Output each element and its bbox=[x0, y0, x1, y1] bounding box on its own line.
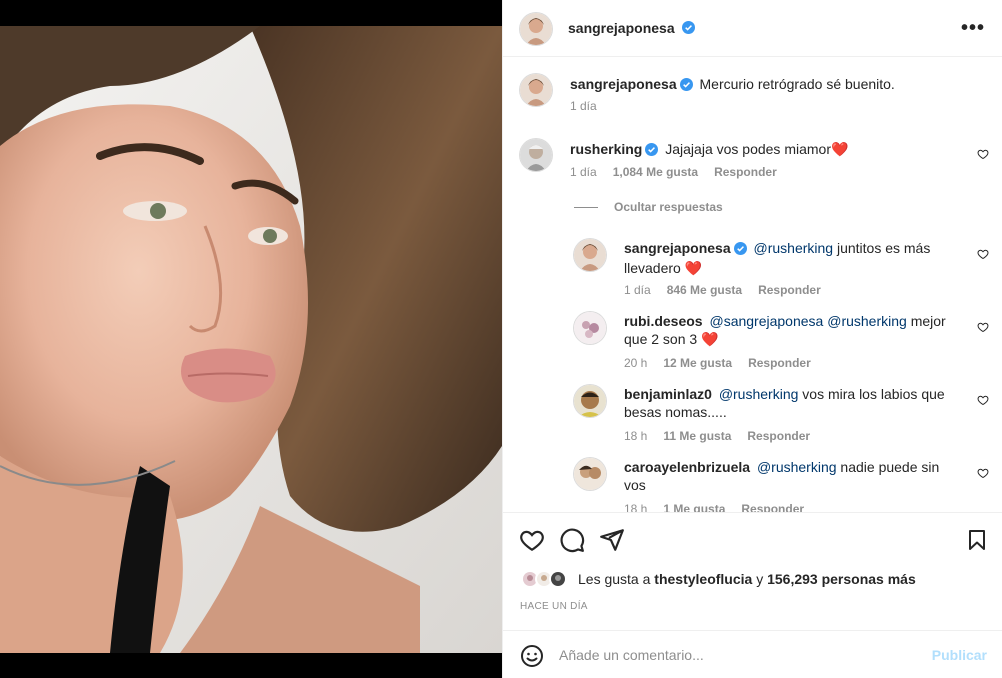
reply-text-line1: juntitos es más bbox=[833, 240, 931, 256]
liker-username[interactable]: thestyleoflucia bbox=[654, 571, 752, 587]
instagram-post-modal: sangrejaponesa ••• sangrejaponesa Mercur… bbox=[0, 0, 1002, 678]
reply-avatar[interactable] bbox=[574, 385, 606, 417]
reply-button[interactable]: Responder bbox=[748, 356, 811, 370]
author-avatar[interactable] bbox=[520, 13, 552, 45]
verified-badge-icon bbox=[733, 241, 747, 259]
save-bookmark-icon[interactable] bbox=[965, 527, 989, 553]
comment-time[interactable]: 1 día bbox=[570, 165, 597, 179]
reply-avatar[interactable] bbox=[574, 239, 606, 271]
post-media-area bbox=[0, 0, 502, 678]
reply-button[interactable]: Responder bbox=[758, 283, 821, 297]
reply-username[interactable]: sangrejaponesa bbox=[624, 240, 731, 256]
like-reply-heart-icon[interactable] bbox=[977, 248, 989, 260]
verified-badge-icon bbox=[645, 142, 659, 160]
add-comment-bar: Publicar bbox=[503, 630, 1002, 678]
reply-text-line1: vos mira los labios que bbox=[798, 386, 945, 402]
comment-text: Jajajaja vos podes miamor❤️ bbox=[665, 141, 849, 157]
reply-text-line2: besas nomas..... bbox=[624, 404, 727, 420]
verified-badge-icon bbox=[679, 77, 693, 95]
reply-time[interactable]: 18 h bbox=[624, 502, 647, 512]
reply-username[interactable]: caroayelenbrizuela bbox=[624, 459, 750, 475]
share-paper-plane-icon[interactable] bbox=[599, 527, 625, 553]
reply-button[interactable]: Responder bbox=[741, 502, 804, 512]
hide-replies-label: Ocultar respuestas bbox=[614, 200, 723, 214]
hide-replies-line bbox=[574, 207, 598, 209]
likes-summary: Les gusta a thestyleoflucia y 156,293 pe… bbox=[578, 571, 916, 587]
verified-badge-icon bbox=[682, 21, 695, 37]
likes-connector: y bbox=[756, 571, 764, 587]
likes-others-count[interactable]: 156,293 personas más bbox=[767, 571, 916, 587]
reply-text-line2: que 2 son 3 ❤️ bbox=[624, 331, 719, 347]
like-heart-icon[interactable] bbox=[519, 527, 545, 553]
post-photo[interactable] bbox=[0, 26, 502, 653]
reply-likes-count[interactable]: 1 Me gusta bbox=[663, 502, 725, 512]
likes-prefix: Les gusta a bbox=[578, 571, 651, 587]
comment-input[interactable] bbox=[559, 643, 909, 667]
post-header: sangrejaponesa ••• bbox=[503, 0, 1002, 57]
caption-text: Mercurio retrógrado sé buenito. bbox=[699, 76, 895, 92]
hide-replies-button[interactable]: Ocultar respuestas bbox=[574, 200, 723, 214]
publish-button[interactable]: Publicar bbox=[932, 647, 987, 663]
reply-likes-count[interactable]: 12 Me gusta bbox=[663, 356, 732, 370]
reply-button[interactable]: Responder bbox=[747, 429, 810, 443]
mention-link[interactable]: @rusherking bbox=[757, 459, 837, 475]
reply-text-line2: llevadero ❤️ bbox=[624, 260, 703, 276]
reply-avatar[interactable] bbox=[574, 312, 606, 344]
caption-avatar[interactable] bbox=[520, 74, 552, 106]
like-reply-heart-icon[interactable] bbox=[977, 467, 989, 479]
mention-link[interactable]: @rusherking bbox=[827, 313, 907, 329]
commenter-username[interactable]: rusherking bbox=[570, 141, 642, 157]
post-actions: Les gusta a thestyleoflucia y 156,293 pe… bbox=[503, 512, 1002, 630]
commenter-avatar[interactable] bbox=[520, 139, 552, 171]
caption-time[interactable]: 1 día bbox=[570, 99, 597, 113]
comment-bubble-icon[interactable] bbox=[559, 527, 585, 553]
comment-likes-count[interactable]: 1,084 Me gusta bbox=[613, 165, 698, 179]
reply-username[interactable]: benjaminlaz0 bbox=[624, 386, 712, 402]
mention-link[interactable]: @sangrejaponesa bbox=[709, 313, 823, 329]
reply-avatar[interactable] bbox=[574, 458, 606, 490]
like-reply-heart-icon[interactable] bbox=[977, 321, 989, 333]
reply-time[interactable]: 18 h bbox=[624, 429, 647, 443]
comments-list: sangrejaponesa Mercurio retrógrado sé bu… bbox=[503, 57, 1002, 512]
mention-link[interactable]: @rusherking bbox=[719, 386, 799, 402]
reply-likes-count[interactable]: 11 Me gusta bbox=[663, 429, 731, 443]
reply-username[interactable]: rubi.deseos bbox=[624, 313, 703, 329]
reply-text-line1: mejor bbox=[906, 313, 946, 329]
mention-link[interactable]: @rusherking bbox=[754, 240, 834, 256]
liker-avatar[interactable] bbox=[549, 570, 567, 588]
like-reply-heart-icon[interactable] bbox=[977, 394, 989, 406]
author-username[interactable]: sangrejaponesa bbox=[568, 20, 675, 36]
reply-likes-count[interactable]: 846 Me gusta bbox=[667, 283, 742, 297]
reply-text-line2: vos bbox=[624, 477, 646, 493]
reply-button[interactable]: Responder bbox=[714, 165, 777, 179]
like-comment-heart-icon[interactable] bbox=[977, 148, 989, 160]
reply-time[interactable]: 20 h bbox=[624, 356, 647, 370]
post-timestamp[interactable]: HACE UN DÍA bbox=[520, 601, 588, 612]
emoji-icon[interactable] bbox=[520, 644, 544, 668]
caption-username[interactable]: sangrejaponesa bbox=[570, 76, 677, 92]
reply-time[interactable]: 1 día bbox=[624, 283, 651, 297]
reply-text-line1: nadie puede sin bbox=[836, 459, 940, 475]
more-options-icon[interactable]: ••• bbox=[961, 18, 985, 38]
post-details-panel: sangrejaponesa ••• sangrejaponesa Mercur… bbox=[502, 0, 1002, 678]
